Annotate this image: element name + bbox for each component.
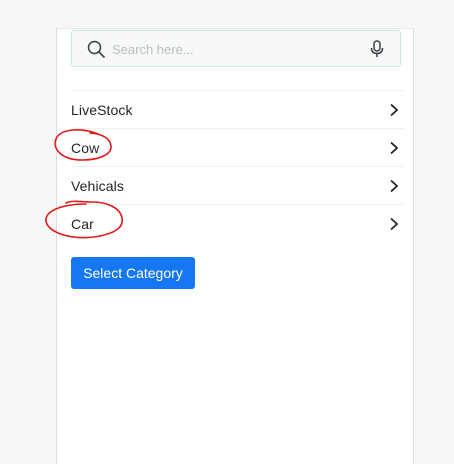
search-input[interactable] [112, 37, 352, 61]
chevron-right-icon [390, 141, 399, 155]
list-item-livestock[interactable]: LiveStock [71, 90, 404, 128]
select-category-button[interactable]: Select Category [71, 257, 195, 289]
chevron-right-icon [390, 179, 399, 193]
category-panel: LiveStock Cow Vehicals Car Select Catego… [56, 28, 414, 464]
list-item-label: LiveStock [71, 102, 133, 118]
list-item-car[interactable]: Car [71, 204, 404, 242]
list-item-cow[interactable]: Cow [71, 128, 404, 166]
list-item-vehicals[interactable]: Vehicals [71, 166, 404, 204]
list-item-label: Car [71, 216, 94, 232]
list-item-label: Cow [71, 140, 100, 156]
category-list: LiveStock Cow Vehicals Car [71, 90, 404, 242]
search-bar [71, 30, 401, 67]
chevron-right-icon [390, 103, 399, 117]
chevron-right-icon [390, 217, 399, 231]
microphone-icon[interactable] [369, 40, 385, 58]
search-icon [87, 40, 105, 58]
list-item-label: Vehicals [71, 178, 124, 194]
